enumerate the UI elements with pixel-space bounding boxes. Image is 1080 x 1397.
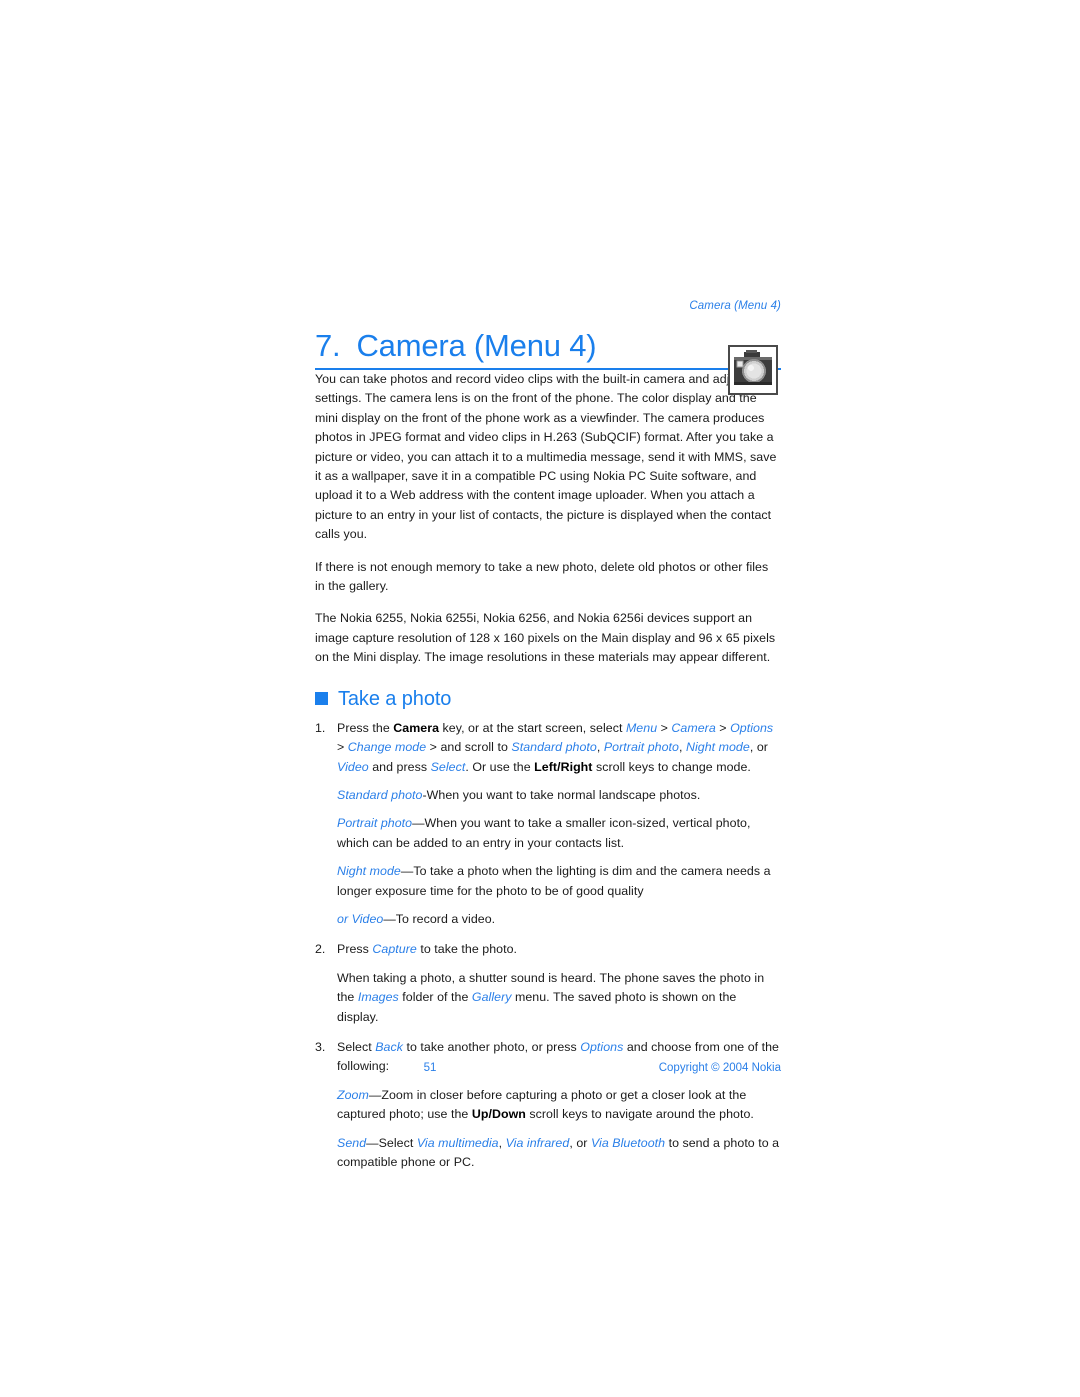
ui-capture: Capture [372, 942, 417, 957]
square-bullet-icon [315, 692, 328, 706]
dash: — [412, 816, 425, 831]
intro-paragraph-2: If there is not enough memory to take a … [315, 559, 769, 594]
mode-term: or Video [337, 911, 384, 926]
mode-term: Night mode [337, 864, 401, 879]
mode-portrait-photo: Portrait photo—When you want to take a s… [337, 814, 781, 853]
step1-text: Press the Camera key, or at the start sc… [337, 719, 781, 777]
text-run: Select [378, 1135, 417, 1150]
text-run: and press [368, 759, 431, 774]
chapter-number: 7. [315, 328, 341, 363]
ui-video: Video [337, 759, 369, 774]
mode-term: Portrait photo [337, 816, 413, 831]
key-up-down: Up/Down [471, 1107, 526, 1122]
page-footer: 51 Copyright © 2004 Nokia [315, 1060, 781, 1076]
ui-menu: Menu [625, 720, 658, 735]
ui-portrait-photo: Portrait photo [603, 740, 679, 755]
mode-night-mode: Night mode—To take a photo when the ligh… [337, 862, 781, 901]
option-term: Send [337, 1135, 367, 1150]
ui-via-multimedia: Via multimedia [416, 1135, 499, 1150]
ui-via-infrared: Via infrared [505, 1135, 570, 1150]
text-run: Select [337, 1039, 376, 1054]
ui-images: Images [357, 990, 399, 1005]
running-header: Camera (Menu 4) [689, 300, 781, 312]
chapter-title-text: Camera (Menu 4) [356, 328, 597, 363]
mode-standard-photo: Standard photo-When you want to take nor… [337, 786, 781, 805]
intro-paragraph-1: You can take photos and record video cli… [315, 372, 777, 542]
ui-via-bluetooth: Via Bluetooth [590, 1135, 666, 1150]
ui-gallery: Gallery [471, 990, 512, 1005]
text-run: > and scroll to [426, 740, 512, 755]
step-number: 2. [315, 942, 326, 957]
text-run: , [596, 740, 604, 755]
step-body: Press Capture to take the photo. When ta… [337, 940, 781, 1036]
option-send: Send—Select Via multimedia, Via infrared… [337, 1134, 781, 1173]
footer-page-number: 51 [423, 1062, 437, 1074]
mode-term: Standard photo [337, 787, 423, 802]
text-run: , or [749, 740, 768, 755]
dash: — [366, 1135, 379, 1150]
ui-back: Back [375, 1039, 403, 1054]
step-body: Press the Camera key, or at the start sc… [337, 719, 781, 939]
text-run: , or [569, 1135, 591, 1150]
step2-text: Press Capture to take the photo. [337, 940, 781, 959]
step-item: 2. Press Capture to take the photo. When… [315, 940, 781, 1036]
text-run: Press [337, 942, 373, 957]
text-run: , [678, 740, 686, 755]
text-run: scroll keys to change mode. [592, 759, 751, 774]
key-left-right: Left/Right [534, 759, 593, 774]
ui-options: Options [580, 1039, 624, 1054]
dash: — [383, 911, 396, 926]
ui-night-mode: Night mode [685, 740, 750, 755]
ui-change-mode: Change mode [347, 740, 427, 755]
intro-paragraph-3: The Nokia 6255, Nokia 6255i, Nokia 6256,… [315, 611, 776, 665]
text-run: folder of the [398, 990, 472, 1005]
step-item: 1. Press the Camera key, or at the start… [315, 719, 781, 939]
dash: — [368, 1087, 382, 1102]
text-run: to take the photo. [416, 942, 518, 957]
document-page: Camera (Menu 4) 7. Camera (Menu 4) You ca… [0, 0, 1080, 1397]
text-run: key, or at the start screen, select [439, 720, 626, 735]
page-title: 7. Camera (Menu 4) [315, 328, 781, 367]
option-term: Zoom [337, 1087, 369, 1102]
text-run: scroll keys to navigate around the photo… [525, 1107, 754, 1122]
ui-options: Options [730, 720, 774, 735]
step-number: 1. [315, 720, 326, 735]
ui-select: Select [430, 759, 466, 774]
text-run: > [715, 720, 731, 735]
ui-standard-photo: Standard photo [511, 740, 597, 755]
text-run: to take another photo, or press [402, 1039, 581, 1054]
camera-icon [728, 345, 778, 395]
text-run: Press the [337, 720, 394, 735]
title-divider [315, 368, 781, 370]
chapter-title-block: 7. Camera (Menu 4) [315, 328, 781, 370]
mode-video: or Video—To record a video. [337, 910, 781, 929]
mode-description: When you want to take normal landscape p… [426, 787, 701, 802]
key-camera: Camera [393, 720, 440, 735]
text-run: . Or use the [465, 759, 535, 774]
ui-camera: Camera [671, 720, 716, 735]
footer-copyright: Copyright © 2004 Nokia [658, 1062, 781, 1074]
section-heading-label: Take a photo [338, 687, 452, 710]
text-run: > [657, 720, 672, 735]
dash: — [400, 864, 414, 879]
text-run: > [337, 740, 348, 755]
page-content: Camera (Menu 4) 7. Camera (Menu 4) You ca… [315, 300, 781, 1183]
step2-note: When taking a photo, a shutter sound is … [337, 969, 781, 1027]
mode-description: To record a video. [395, 911, 496, 926]
text-run: , [498, 1135, 506, 1150]
option-zoom: Zoom—Zoom in closer before capturing a p… [337, 1086, 781, 1125]
section-heading-take-a-photo: Take a photo [315, 688, 781, 710]
